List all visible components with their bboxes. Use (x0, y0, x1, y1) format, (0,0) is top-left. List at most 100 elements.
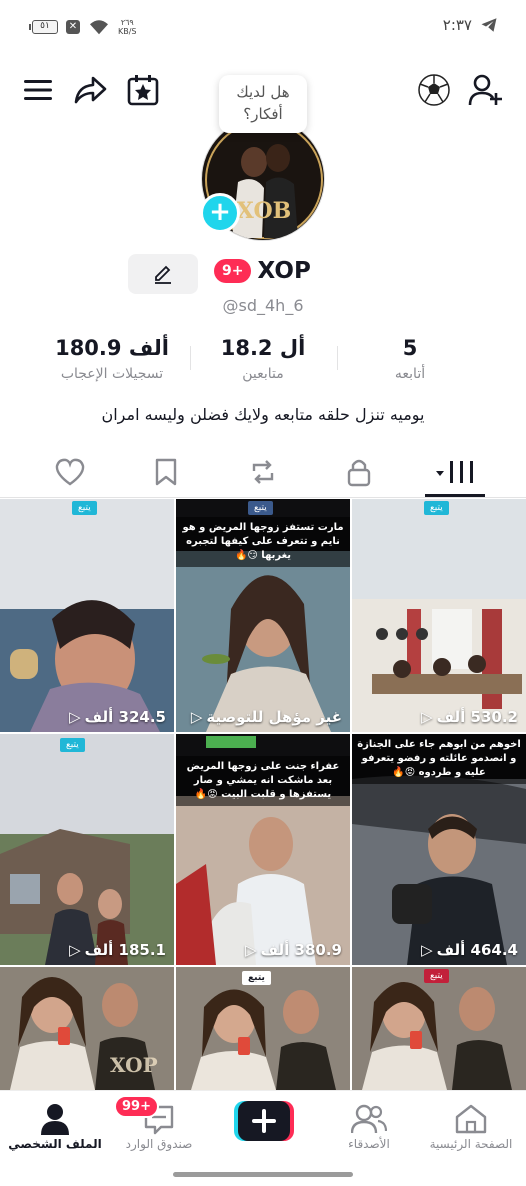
display-name: XOP (257, 258, 311, 284)
home-icon (455, 1104, 487, 1134)
inbox-badge: 99+ (114, 1095, 159, 1118)
stat-likes-value: 180.9 ألف (55, 336, 169, 360)
bubble-line2: أفكار؟ (243, 105, 283, 123)
name-row: 9+ XOP (214, 258, 311, 284)
video-views: 185.1 ألف ▷ (69, 941, 166, 959)
tab-videos[interactable] (432, 454, 480, 490)
stat-likes[interactable]: 180.9 ألف تسجيلات الإعجاب (37, 336, 187, 382)
stat-followers-label: متابعين (242, 366, 284, 382)
nav-profile-label: الملف الشخصي (8, 1137, 102, 1151)
close-notification-icon: ✕ (66, 20, 80, 34)
repost-icon (252, 460, 274, 484)
video-overlay-text: عفراء جنت على زوجها المريض بعد ماشكت انه… (176, 756, 350, 806)
video-tile[interactable]: عفراء جنت على زوجها المريض بعد ماشكت انه… (176, 734, 350, 965)
video-views: 380.9 ألف ▷ (245, 941, 342, 959)
play-icon: ▷ (69, 941, 81, 959)
stat-likes-label: تسجيلات الإعجاب (60, 366, 164, 382)
play-icon: ▷ (421, 941, 433, 959)
follow-tag: يتبع (424, 501, 449, 515)
network-speed-value: ٢٦٩ (120, 18, 134, 27)
add-friend-icon[interactable] (466, 70, 506, 110)
video-thumbnail: XOP (0, 967, 174, 1090)
bubble-line1: هل لديك (236, 83, 290, 101)
play-icon: ▷ (190, 708, 203, 726)
stat-followers-value: 18.2 أل (220, 336, 306, 360)
friends-icon (351, 1104, 387, 1134)
video-tile[interactable]: XOP (0, 967, 174, 1090)
battery-icon: ٥١ (29, 20, 58, 34)
follow-tag: يتبع (72, 501, 97, 515)
video-thumbnail (176, 967, 350, 1090)
video-overlay-text: مارت تستفز زوجها المريض و هو نايم و تتعر… (176, 517, 350, 567)
video-tile[interactable]: يتبع مارت تستفز زوجها المريض و هو نايم و… (176, 499, 350, 732)
follow-tag: يتبع (424, 969, 449, 983)
stat-followers[interactable]: 18.2 أل متابعين (188, 336, 338, 382)
video-tile[interactable]: يتبع (352, 967, 526, 1090)
username-handle: @sd_4h_6 (222, 296, 304, 315)
video-tile[interactable]: يتبع 324.5 ألف ▷ (0, 499, 174, 732)
pencil-icon (155, 265, 171, 284)
video-views-text: 380.9 ألف (260, 941, 342, 959)
status-bar: ٥١ ✕ ٢٦٩ KB/S ٢:٣٧ (0, 0, 526, 56)
video-status: غير مؤهل للتوصية ▷ (191, 708, 342, 726)
network-speed: ٢٦٩ KB/S (118, 18, 137, 36)
create-button[interactable] (234, 1101, 294, 1141)
video-tile[interactable]: يتبع 185.1 ألف ▷ (0, 734, 174, 965)
calendar-star-icon[interactable] (123, 70, 163, 110)
tab-saved[interactable] (146, 454, 186, 490)
video-views: 324.5 ألف ▷ (69, 708, 166, 726)
network-speed-unit: KB/S (118, 27, 137, 36)
stat-following-value: 5 (402, 336, 418, 360)
video-views-text: 530.2 ألف (436, 708, 518, 726)
play-icon: ▷ (245, 941, 257, 959)
wifi-icon (90, 20, 108, 35)
telegram-icon (481, 18, 497, 32)
status-left: ٥١ ✕ ٢٦٩ KB/S (29, 18, 137, 36)
video-thumbnail (352, 967, 526, 1090)
tab-liked[interactable] (50, 454, 90, 490)
video-overlay-text: اخوهم من ابوهم جاء على الجنازة و انصدمو … (352, 734, 526, 784)
bookmark-icon (155, 458, 177, 486)
video-tile[interactable]: يتبع 530.2 ألف ▷ (352, 499, 526, 732)
bio: يوميه تنزل حلقه متابعه ولايك فضلن وليسه … (101, 405, 425, 424)
stat-following[interactable]: 5 أتابعه (335, 336, 485, 382)
video-tile[interactable]: اخوهم من ابوهم جاء على الجنازة و انصدمو … (352, 734, 526, 965)
nav-inbox-label: صندوق الوارد (125, 1137, 193, 1151)
status-right: ٢:٣٧ (443, 16, 498, 34)
home-indicator[interactable] (173, 1172, 353, 1177)
video-views: 464.4 ألف ▷ (421, 941, 518, 959)
video-status-text: غير مؤهل للتوصية (206, 708, 342, 726)
soccer-ball-icon[interactable] (414, 70, 454, 110)
follow-tag: يتبع (248, 501, 273, 515)
nav-profile[interactable]: الملف الشخصي (0, 1101, 110, 1151)
heart-icon (55, 458, 85, 486)
ideas-bubble[interactable]: هل لديك أفكار؟ (219, 75, 307, 133)
video-views-text: 324.5 ألف (84, 708, 166, 726)
svg-text:XOP: XOP (110, 1053, 158, 1077)
video-views: 530.2 ألف ▷ (421, 708, 518, 726)
grid-videos-icon (436, 461, 473, 483)
video-views-text: 464.4 ألف (436, 941, 518, 959)
lock-icon (347, 459, 371, 487)
tab-private[interactable] (339, 454, 379, 490)
nav-friends-label: الأصدقاء (348, 1137, 390, 1151)
profile-icon (41, 1104, 69, 1135)
nav-friends[interactable]: الأصدقاء (314, 1101, 424, 1151)
nav-home[interactable]: الصفحة الرئيسية (416, 1101, 526, 1151)
status-time: ٢:٣٧ (442, 16, 472, 34)
follow-tag: يتبع (60, 738, 85, 752)
video-thumbnail (352, 499, 526, 732)
video-thumbnail (0, 734, 174, 965)
video-thumbnail (0, 499, 174, 732)
notifications-badge[interactable]: 9+ (214, 259, 252, 283)
edit-profile-button[interactable] (128, 254, 198, 294)
active-tab-indicator (425, 494, 485, 497)
share-icon[interactable] (70, 70, 110, 110)
tab-reposts[interactable] (243, 454, 283, 490)
nav-home-label: الصفحة الرئيسية (429, 1137, 513, 1151)
video-tile[interactable]: يتبع (176, 967, 350, 1090)
menu-icon[interactable] (18, 70, 58, 110)
follow-tag: يتبع (242, 971, 271, 985)
avatar-logo-text: XOB (237, 198, 291, 224)
add-story-button[interactable]: + (200, 193, 240, 233)
